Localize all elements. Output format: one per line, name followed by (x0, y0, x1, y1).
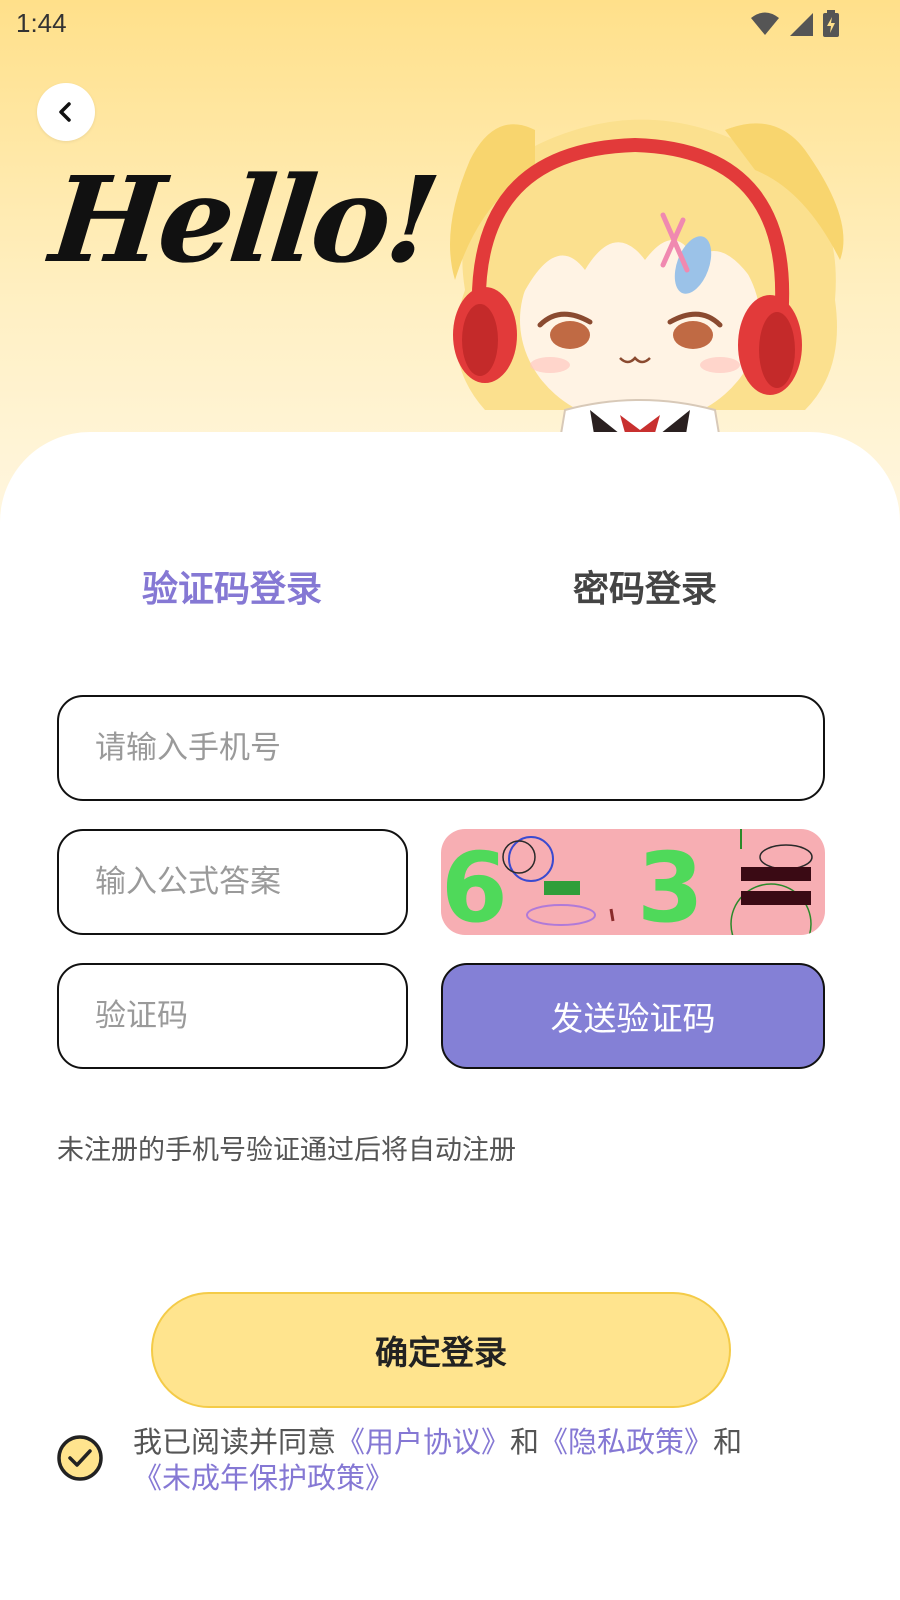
send-code-button[interactable]: 发送验证码 (441, 963, 825, 1069)
tab-sms-login[interactable]: 验证码登录 (142, 560, 322, 612)
cellular-signal-icon (790, 13, 813, 36)
confirm-login-button[interactable]: 确定登录 (151, 1292, 731, 1408)
agreement-prefix: 我已阅读并同意 (133, 1425, 337, 1459)
battery-charging-icon (823, 10, 839, 37)
captcha-equals-top (741, 867, 811, 881)
agreement-checkbox[interactable] (56, 1434, 104, 1482)
status-time: 1:44 (16, 8, 67, 38)
back-button[interactable] (37, 83, 95, 141)
chevron-left-icon (59, 102, 71, 122)
phone-input[interactable] (59, 697, 823, 799)
auto-register-note: 未注册的手机号验证通过后将自动注册 (57, 1135, 516, 1166)
agreement-and-2: 和 (713, 1425, 743, 1459)
captcha-operator-minus (544, 881, 580, 895)
captcha-digit-b: 3 (637, 832, 704, 935)
wifi-icon (751, 12, 779, 35)
tab-password-login[interactable]: 密码登录 (573, 560, 717, 612)
captcha-image[interactable]: 6 3 (441, 829, 825, 935)
minor-protection-policy-link[interactable]: 《未成年保护政策》 (133, 1461, 394, 1495)
formula-field (57, 829, 408, 935)
captcha-digit-a: 6 (441, 832, 508, 935)
status-bar: 1:44 (0, 0, 900, 50)
captcha-graphic: 6 3 (441, 829, 813, 935)
phone-field (57, 695, 825, 801)
verification-code-input[interactable] (59, 965, 406, 1067)
agreement-and-1: 和 (510, 1425, 540, 1459)
formula-answer-input[interactable] (59, 831, 406, 933)
hello-greeting: Hello! (44, 150, 443, 289)
captcha-equals-bottom (741, 891, 811, 905)
agreement-text: 我已阅读并同意《用户协议》和《隐私政策》和 《未成年保护政策》 (133, 1424, 833, 1496)
privacy-policy-link[interactable]: 《隐私政策》 (539, 1425, 713, 1459)
code-field (57, 963, 408, 1069)
user-agreement-link[interactable]: 《用户协议》 (336, 1425, 510, 1459)
